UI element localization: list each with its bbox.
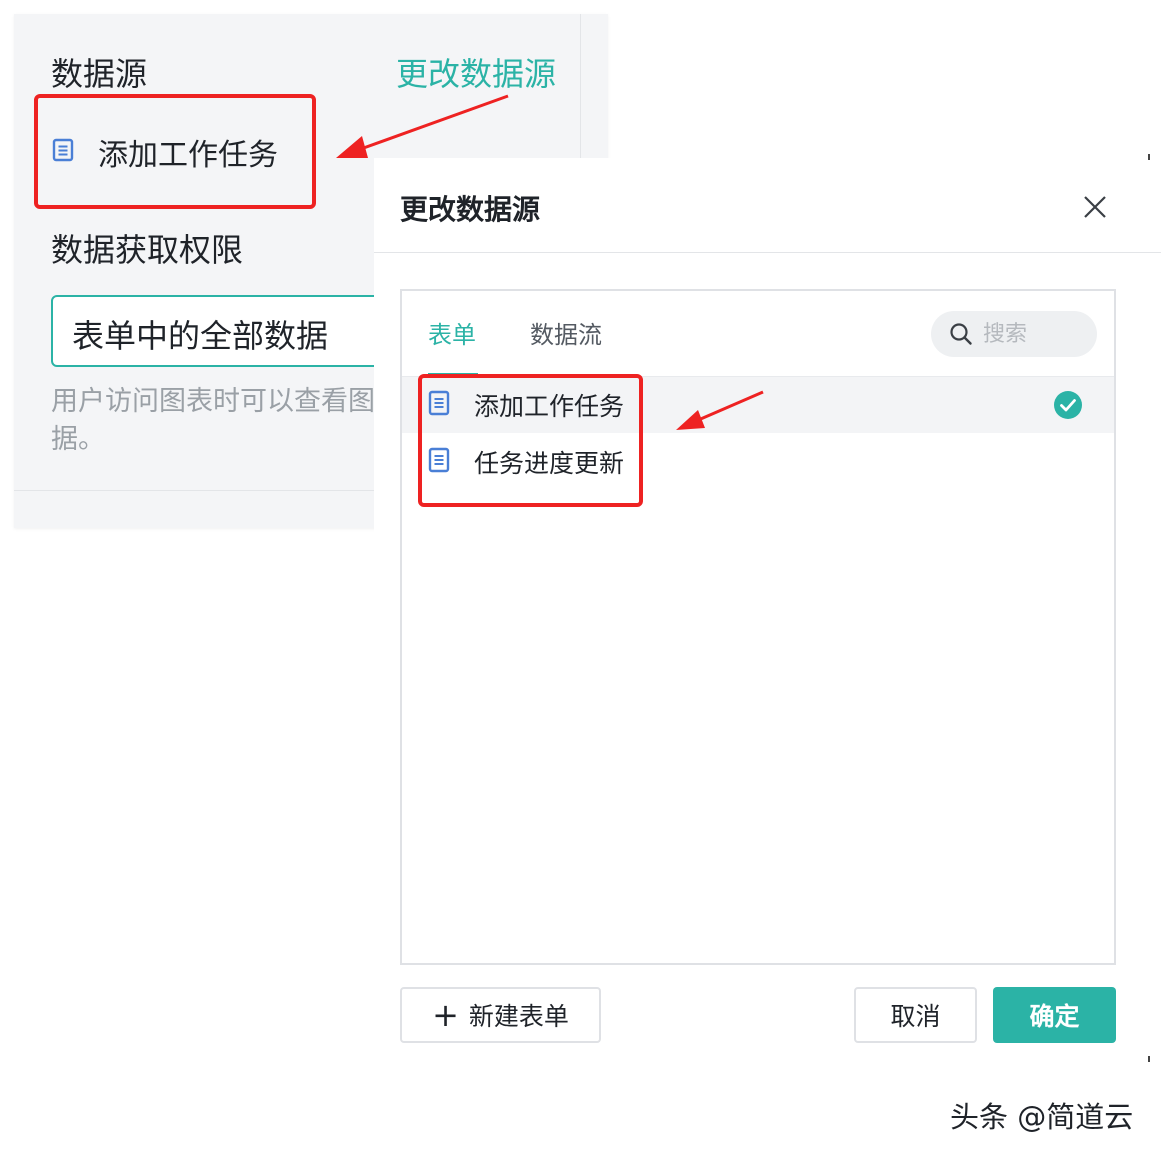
annotation-box-source-list bbox=[418, 374, 643, 507]
tab-forms[interactable]: 表单 bbox=[428, 319, 476, 351]
new-form-button-label: 新建表单 bbox=[468, 1002, 569, 1031]
change-data-source-dialog: 更改数据源 表单 数据流 添加工作任务 任务进度更新 bbox=[374, 158, 1161, 1068]
change-data-source-link[interactable]: 更改数据源 bbox=[396, 54, 556, 94]
annotation-box-current-source bbox=[34, 94, 316, 209]
edge-mark bbox=[1148, 154, 1150, 160]
check-circle-icon bbox=[1054, 391, 1082, 423]
data-permission-hint: 用户访问图表时可以查看图据。 bbox=[51, 386, 375, 455]
data-permission-title: 数据获取权限 bbox=[51, 231, 244, 269]
tab-data-flows[interactable]: 数据流 bbox=[530, 319, 602, 351]
edge-mark bbox=[1148, 1056, 1150, 1062]
cancel-button[interactable]: 取消 bbox=[854, 987, 977, 1043]
new-form-button[interactable]: + 新建表单 bbox=[400, 987, 601, 1043]
data-source-title: 数据源 bbox=[51, 55, 148, 93]
watermark: 头条 @简道云 bbox=[950, 1100, 1134, 1134]
panel-divider bbox=[580, 14, 581, 174]
dialog-title: 更改数据源 bbox=[400, 193, 541, 226]
search-input[interactable] bbox=[981, 320, 1085, 348]
search-icon bbox=[949, 322, 973, 346]
search-box[interactable] bbox=[931, 311, 1097, 357]
confirm-button[interactable]: 确定 bbox=[993, 987, 1116, 1043]
close-icon[interactable] bbox=[1080, 192, 1110, 222]
dialog-header-divider bbox=[374, 252, 1161, 253]
plus-icon: + bbox=[432, 996, 459, 1034]
data-permission-value: 表单中的全部数据 bbox=[72, 317, 329, 355]
